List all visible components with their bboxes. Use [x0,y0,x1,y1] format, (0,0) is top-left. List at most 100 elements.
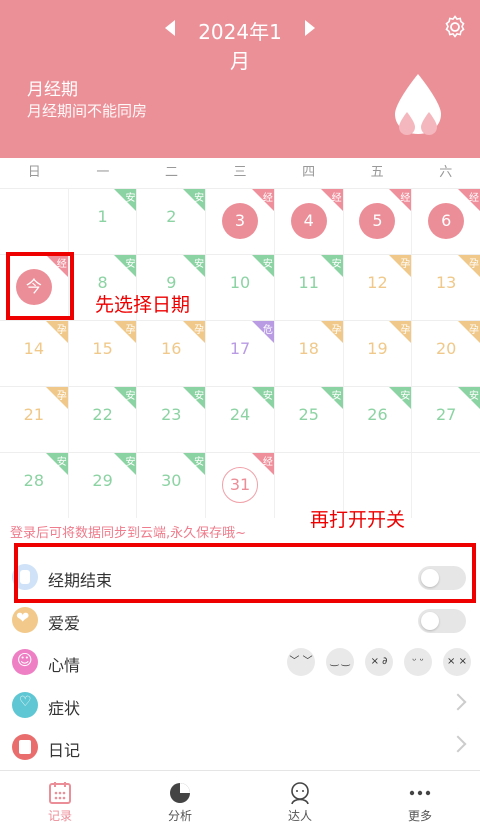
next-month-arrow-icon[interactable] [305,20,315,36]
day-number: 5 [359,203,396,239]
day-number: 21 [23,405,45,424]
tab-label: 记录 [47,809,72,823]
tab-analysis[interactable]: 分析 [120,771,240,826]
mood-face-icon[interactable]: ᵕ ᵕ [404,648,432,676]
calendar-day-cell[interactable]: 危 17 [206,321,275,386]
calendar-day-cell[interactable]: 经5 [344,189,413,254]
gear-icon[interactable] [443,15,467,39]
tab-label: 分析 [167,809,192,823]
day-number: 15 [92,339,113,358]
calendar-day-cell[interactable]: 安 10 [206,255,275,320]
chevron-right-icon [449,735,467,753]
weekday-label: 二 [164,165,178,180]
weekday-header: 日 一 二 三 四 五 六 [0,158,480,188]
menu-item-symptom[interactable]: ♡ 症状 [0,685,480,725]
prev-month-arrow-icon[interactable] [165,20,175,36]
mood-face-icon: ☺ [12,649,38,675]
day-status-label: 安 [125,193,136,204]
calendar-day-cell[interactable]: 孕 20 [412,321,480,386]
day-number: 1 [97,207,108,226]
menu-item-mood[interactable]: ☺ 心情 ﹀ ﹀ ‿ ‿ × ∂ ᵕ ᵕ × × [0,642,480,682]
mood-face-icon[interactable]: ‿ ‿ [326,648,354,676]
menu-label: 爱爱 [48,614,81,633]
menu-item-love[interactable]: ❤ 爱爱 [0,600,480,640]
calendar-day-cell[interactable]: 安 30 [137,453,207,518]
stethoscope-icon: ♡ [12,692,38,718]
calendar-day-cell[interactable]: 经6 [412,189,480,254]
day-status-label: 孕 [125,325,136,336]
day-status-label: 孕 [194,325,205,336]
calendar-day-cell[interactable]: 孕 19 [344,321,413,386]
period-subtitle: 月经期间不能同房 [27,102,148,120]
month-navigator: 2024年1月 [0,14,480,73]
day-number: 19 [367,339,388,358]
day-number: 30 [161,471,182,490]
calendar-day-cell[interactable]: 孕 18 [275,321,344,386]
calendar-day-cell[interactable]: 孕 21 [0,387,69,452]
chevron-right-icon [449,693,467,711]
day-number: 31 [222,467,259,503]
day-status-label: 经 [331,193,342,204]
calendar-day-cell[interactable]: 安1 [69,189,138,254]
tab-expert[interactable]: 达人 [240,771,360,826]
day-number: 20 [435,339,457,358]
day-number: 25 [298,405,319,424]
day-status-label: 孕 [469,325,480,336]
day-status-label: 安 [400,391,411,402]
calendar-day-cell [412,453,480,518]
mood-face-icon[interactable]: × × [443,648,471,676]
calendar-day-cell[interactable]: 孕 13 [412,255,480,320]
calendar-day-cell[interactable]: 孕 15 [69,321,138,386]
day-status-label: 孕 [469,259,480,270]
weekday-label: 四 [302,165,316,180]
calendar-day-cell[interactable]: 经 31 [206,453,275,518]
weekday-label: 三 [233,165,247,180]
calendar-day-cell[interactable]: 安 29 [69,453,138,518]
calendar-day-cell[interactable]: 安 26 [344,387,413,452]
calendar-day-cell[interactable]: 孕 16 [137,321,207,386]
calendar-day-cell[interactable]: 安 25 [275,387,344,452]
calendar-day-cell[interactable]: 孕 12 [344,255,413,320]
day-number: 14 [23,339,45,358]
annotation-box-toggle [14,543,476,603]
calendar-day-cell[interactable]: 安 24 [206,387,275,452]
day-status-label: 安 [194,193,205,204]
annotation-step1: 先选择日期 [95,294,191,316]
day-status-label: 孕 [56,325,67,336]
tab-more[interactable]: 更多 [360,771,480,826]
calendar-day-cell[interactable]: 安2 [137,189,207,254]
day-status-label: 安 [262,391,273,402]
heart-icon: ❤ [12,607,38,633]
calendar-day-cell[interactable]: 经4 [275,189,344,254]
calendar-day-cell[interactable]: 安 22 [69,387,138,452]
calendar-day-cell[interactable]: 经3 [206,189,275,254]
day-number: 6 [428,203,465,239]
pie-chart-icon [170,783,190,803]
month-title: 2024年1月 [198,20,282,73]
weekday-label: 日 [27,165,41,180]
day-status-label: 孕 [331,325,342,336]
calendar-day-cell[interactable]: 孕 14 [0,321,69,386]
day-number: 23 [161,405,182,424]
calendar-day-cell[interactable]: 安 28 [0,453,69,518]
calendar-day-cell[interactable]: 安 11 [275,255,344,320]
mood-face-icon[interactable]: × ∂ [365,648,393,676]
calendar-day-cell[interactable]: 安 27 [412,387,480,452]
menu-item-diary[interactable]: 日记 [0,727,480,767]
day-number: 13 [435,273,457,292]
day-status-label: 孕 [56,391,67,402]
tab-record[interactable]: 记录 [0,771,120,826]
day-number: 26 [367,405,388,424]
calendar-week-row: 安1安2经3经4经5经6 [0,188,480,254]
menu-label: 心情 [48,656,81,675]
calendar-day-cell[interactable]: 安 23 [137,387,207,452]
login-hint[interactable]: 登录后可将数据同步到云端,永久保存哦~ [10,522,246,541]
day-status-label: 安 [125,457,136,468]
notebook-icon [12,734,38,760]
tab-label: 更多 [407,809,432,823]
day-status-label: 经 [400,193,411,204]
menu-label: 症状 [48,699,81,718]
love-toggle[interactable] [418,609,466,633]
day-number: 4 [290,203,327,239]
mood-face-icon[interactable]: ﹀ ﹀ [287,648,315,676]
